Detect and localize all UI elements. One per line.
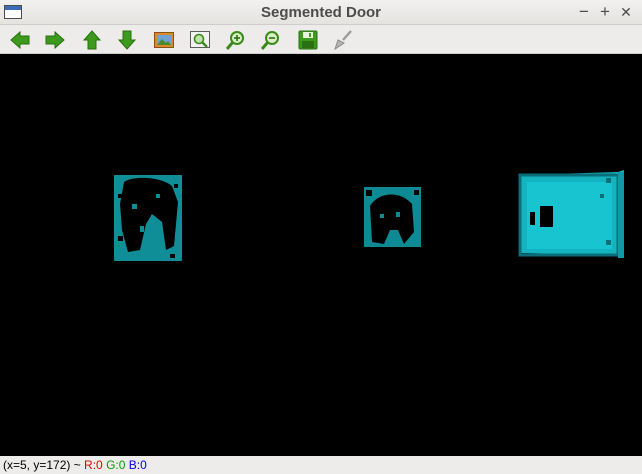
status-bar: (x=5, y=172) ~ R:0 G:0 B:0 bbox=[0, 456, 642, 474]
save-icon bbox=[298, 30, 318, 49]
pan-down-button[interactable] bbox=[114, 27, 140, 52]
door-segment-middle bbox=[364, 187, 421, 247]
window-title: Segmented Door bbox=[260, 4, 381, 21]
status-blue-value: B:0 bbox=[128, 458, 147, 472]
zoom-out-icon bbox=[260, 30, 279, 50]
image-canvas[interactable] bbox=[0, 54, 642, 456]
door-segment-right bbox=[518, 170, 624, 258]
image-button[interactable] bbox=[151, 27, 177, 52]
zoom-in-button[interactable] bbox=[223, 27, 249, 52]
zoom-in-icon bbox=[225, 30, 244, 50]
pan-up-button[interactable] bbox=[79, 27, 105, 52]
image-icon bbox=[154, 31, 174, 48]
arrow-up-icon bbox=[82, 29, 102, 49]
app-window: Segmented Door − + ✕ (x=5, y=172) ~ R:0 … bbox=[0, 0, 642, 474]
arrow-down-icon bbox=[117, 30, 137, 50]
zoom-fit-button[interactable] bbox=[187, 27, 213, 52]
zoom-fit-icon bbox=[190, 30, 210, 48]
status-coordinates: (x=5, y=172) ~ bbox=[3, 458, 85, 472]
arrow-right-icon bbox=[45, 30, 65, 49]
brush-icon bbox=[334, 29, 352, 50]
brush-button[interactable] bbox=[330, 27, 356, 52]
status-green-value: G:0 bbox=[106, 458, 126, 472]
minimize-button[interactable]: − bbox=[575, 2, 593, 22]
zoom-out-button[interactable] bbox=[258, 27, 284, 52]
status-red-value: R:0 bbox=[84, 458, 103, 472]
segmented-image bbox=[0, 54, 642, 456]
title-bar: Segmented Door − + ✕ bbox=[0, 0, 642, 25]
close-button[interactable]: ✕ bbox=[617, 2, 635, 22]
pan-left-button[interactable] bbox=[7, 27, 33, 52]
toolbar bbox=[0, 25, 642, 54]
save-button[interactable] bbox=[295, 27, 321, 52]
arrow-left-icon bbox=[10, 30, 30, 49]
pan-right-button[interactable] bbox=[42, 27, 68, 52]
door-segment-left bbox=[114, 175, 182, 261]
maximize-button[interactable]: + bbox=[596, 2, 614, 22]
